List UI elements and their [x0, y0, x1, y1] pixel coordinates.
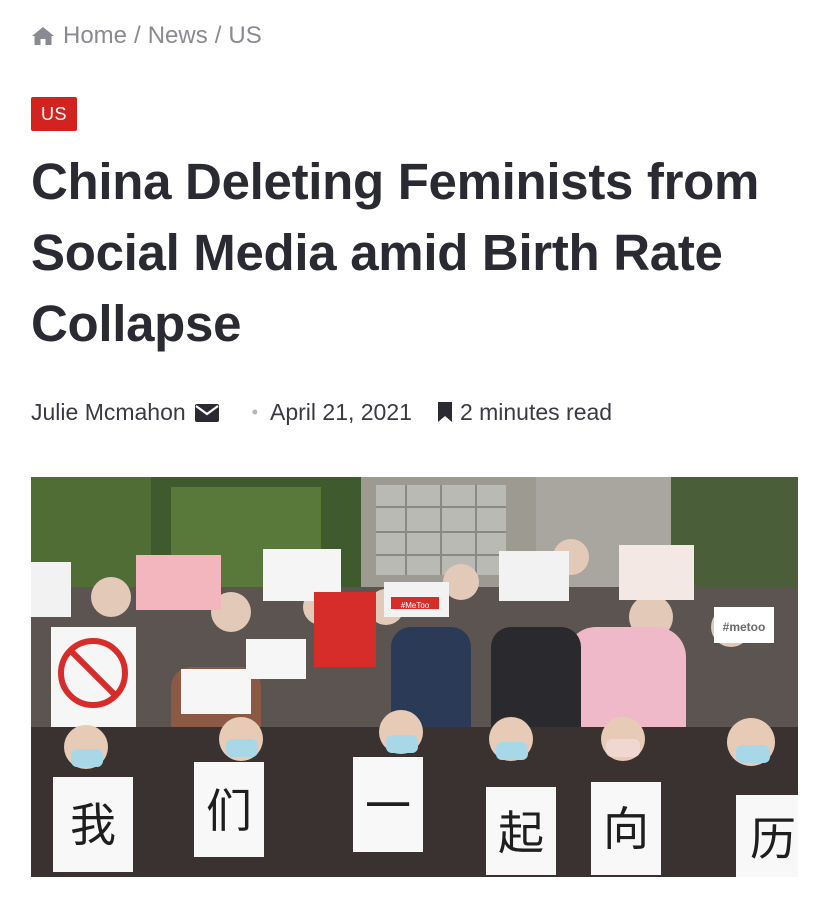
sign-char-5: 向: [603, 802, 649, 856]
article-hero-image: #metoo #MeToo 我 们 一 起 向 历: [31, 477, 798, 877]
home-icon[interactable]: [31, 25, 55, 47]
breadcrumb-home[interactable]: Home: [63, 22, 127, 50]
sign-char-1: 我: [70, 798, 116, 852]
breadcrumb: Home / News / US: [31, 20, 262, 52]
category-badge[interactable]: US: [31, 97, 78, 131]
sign-char-3: 一: [365, 779, 411, 833]
breadcrumb-news[interactable]: News: [148, 22, 208, 50]
breadcrumb-separator: /: [134, 22, 141, 49]
sign-char-2: 们: [206, 784, 252, 838]
read-time: 2 minutes read: [459, 398, 613, 425]
breadcrumb-us[interactable]: US: [228, 22, 261, 50]
sign-char-4: 起: [498, 806, 544, 860]
bookmark-icon: [436, 401, 454, 423]
meta-separator-dot: •: [251, 401, 258, 422]
metoo-sign-text: #metoo: [723, 620, 766, 634]
breadcrumb-separator: /: [214, 22, 222, 49]
article-meta: Julie Mcmahon • April 21, 2021 2 minutes…: [31, 396, 612, 428]
sign-char-6: 历: [750, 812, 796, 866]
publish-date: April 21, 2021: [270, 398, 412, 425]
author-name[interactable]: Julie Mcmahon: [31, 399, 186, 426]
article-title: China Deleting Feminists from Social Med…: [31, 153, 760, 352]
mail-icon[interactable]: [194, 402, 220, 422]
metoo-sign-text-small: #MeToo: [401, 601, 430, 610]
